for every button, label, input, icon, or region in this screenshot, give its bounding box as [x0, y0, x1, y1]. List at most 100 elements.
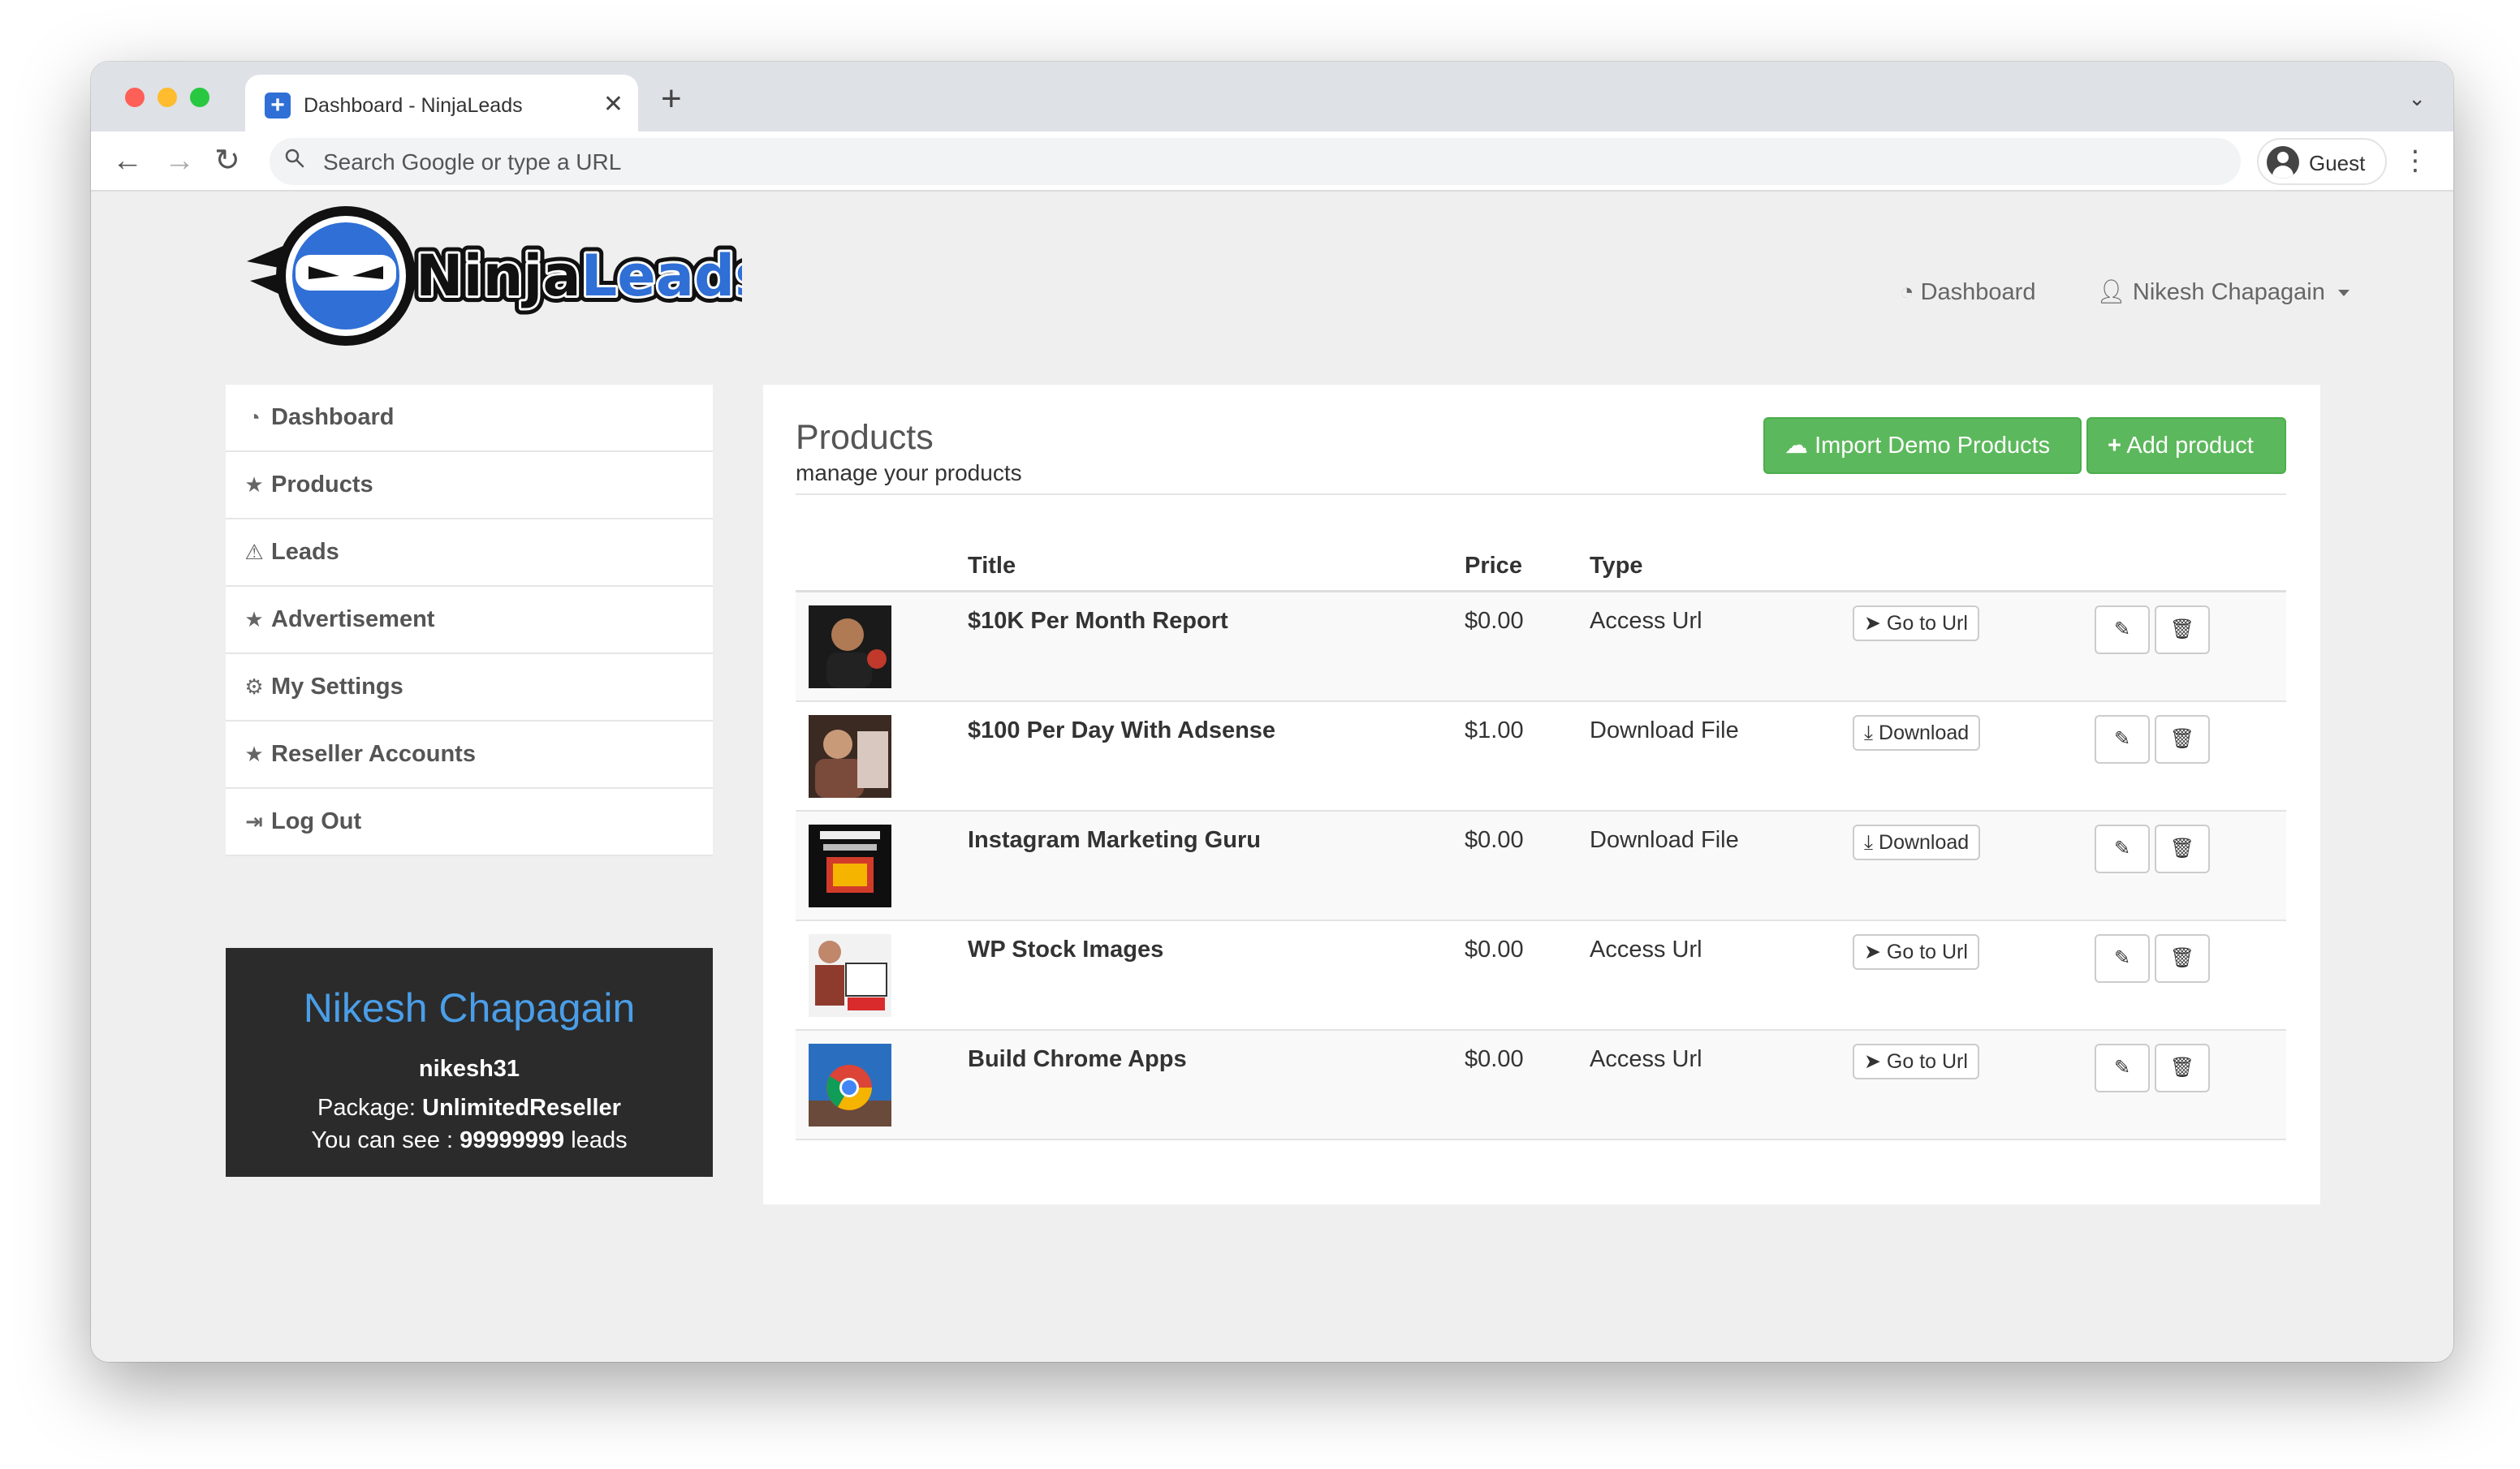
trash-icon: 🗑︎ — [2169, 1057, 2195, 1079]
product-title: WP Stock Images — [968, 937, 1164, 963]
edit-product-button[interactable]: ✎ — [2095, 715, 2150, 764]
product-price: $0.00 — [1465, 937, 1524, 963]
products-panel: Products manage your products ☁ Import D… — [763, 385, 2320, 1204]
user-menu-label: Nikesh Chapagain — [2132, 279, 2325, 305]
caret-down-icon — [2337, 290, 2350, 297]
browser-menu-icon[interactable]: ⋮ — [2401, 144, 2429, 177]
close-window-button[interactable] — [125, 88, 145, 107]
ninjaleads-logo[interactable]: NinjaLeads NinjaLeads NinjaLeads — [239, 201, 775, 352]
product-thumbnail — [809, 934, 891, 1017]
gears-icon: ⚙ — [244, 674, 264, 699]
sidebar-item-my-settings[interactable]: ⚙ My Settings — [226, 654, 713, 722]
product-type: Access Url — [1590, 1046, 1702, 1072]
send-icon: ➤ — [1864, 612, 1881, 635]
maximize-window-button[interactable] — [190, 88, 209, 107]
sidebar-item-reseller-accounts[interactable]: ★ Reseller Accounts — [226, 722, 713, 789]
download-icon: ⤓ — [1864, 722, 1874, 744]
sidebar-nav: ◔ Dashboard ★ Products ⚠ Leads ★ Adverti… — [226, 385, 713, 856]
download-button[interactable]: ⤓ Download — [1853, 825, 1981, 860]
topnav-dashboard-link[interactable]: ◔ Dashboard — [1900, 279, 2035, 305]
delete-product-button[interactable]: 🗑︎ — [2155, 605, 2210, 654]
product-thumbnail — [809, 605, 891, 688]
sidebar-item-dashboard[interactable]: ◔ Dashboard — [226, 385, 713, 452]
address-bar-placeholder: Search Google or type a URL — [323, 149, 622, 174]
delete-product-button[interactable]: 🗑︎ — [2155, 825, 2210, 873]
sidebar-item-label: Log Out — [271, 808, 362, 834]
tab-close-icon[interactable]: ✕ — [603, 91, 624, 118]
go-to-url-button[interactable]: ➤ Go to Url — [1853, 934, 1979, 970]
product-type: Access Url — [1590, 608, 1702, 634]
table-row: $10K Per Month Report $0.00 Access Url ➤… — [796, 592, 2286, 702]
sidebar-item-label: Dashboard — [271, 404, 395, 430]
profile-button[interactable]: Guest — [2257, 138, 2387, 185]
dashboard-icon: ◔ — [1900, 279, 1914, 305]
product-price: $0.00 — [1465, 608, 1524, 634]
action-label: Download — [1879, 831, 1970, 854]
star-icon: ★ — [244, 742, 264, 766]
guest-avatar-icon — [2267, 146, 2299, 179]
reload-icon[interactable]: ↻ — [214, 144, 240, 177]
back-arrow-icon[interactable]: ← — [112, 144, 143, 177]
edit-icon: ✎ — [2113, 838, 2131, 859]
delete-product-button[interactable]: 🗑︎ — [2155, 934, 2210, 983]
forward-arrow-icon[interactable]: → — [164, 144, 195, 177]
edit-icon: ✎ — [2113, 1057, 2131, 1079]
product-title: Instagram Marketing Guru — [968, 827, 1261, 853]
sidebar-item-label: My Settings — [271, 674, 403, 700]
add-button-label: Add product — [2126, 433, 2254, 459]
action-label: Go to Url — [1886, 941, 1968, 963]
profile-card: Nikesh Chapagain nikesh31 Package: Unlim… — [226, 948, 713, 1177]
sidebar-item-leads[interactable]: ⚠ Leads — [226, 519, 713, 587]
sidebar-item-label: Leads — [271, 539, 339, 565]
delete-product-button[interactable]: 🗑︎ — [2155, 1044, 2210, 1092]
cloud-icon: ☁ — [1784, 433, 1808, 459]
leads-value: 99999999 — [460, 1127, 565, 1153]
sidebar-item-log-out[interactable]: ⇥ Log Out — [226, 789, 713, 856]
download-button[interactable]: ⤓ Download — [1853, 715, 1981, 751]
table-header: Title Price Type — [796, 539, 2286, 592]
product-price: $0.00 — [1465, 827, 1524, 853]
product-title: $10K Per Month Report — [968, 608, 1228, 634]
edit-product-button[interactable]: ✎ — [2095, 605, 2150, 654]
ninjaleads-favicon-icon: + — [265, 93, 291, 118]
browser-tab[interactable]: + Dashboard - NinjaLeads ✕ — [245, 75, 638, 131]
table-row: WP Stock Images $0.00 Access Url ➤ Go to… — [796, 921, 2286, 1031]
star-icon: ★ — [244, 607, 264, 631]
page-title: Products — [796, 418, 934, 457]
import-demo-products-button[interactable]: ☁ Import Demo Products — [1763, 417, 2082, 474]
product-type: Download File — [1590, 827, 1739, 853]
header-divider — [796, 493, 2286, 495]
profile-name: Nikesh Chapagain — [303, 985, 636, 1031]
search-icon — [284, 148, 305, 175]
sidebar-item-label: Products — [271, 472, 373, 498]
minimize-window-button[interactable] — [158, 88, 177, 107]
user-menu-dropdown[interactable]: 👤︎ Nikesh Chapagain — [2096, 279, 2350, 305]
column-header-price: Price — [1465, 553, 1522, 579]
tab-strip: + Dashboard - NinjaLeads ✕ + ⌄ — [91, 62, 2453, 131]
edit-product-button[interactable]: ✎ — [2095, 1044, 2150, 1092]
add-product-button[interactable]: + Add product — [2086, 417, 2286, 474]
product-thumbnail — [809, 1044, 891, 1127]
topnav-dashboard-label: Dashboard — [1920, 279, 2036, 305]
edit-product-button[interactable]: ✎ — [2095, 825, 2150, 873]
go-to-url-button[interactable]: ➤ Go to Url — [1853, 1044, 1979, 1079]
product-title: $100 Per Day With Adsense — [968, 717, 1276, 743]
address-bar[interactable]: Search Google or type a URL — [270, 138, 2241, 185]
browser-window: + Dashboard - NinjaLeads ✕ + ⌄ ← → ↻ Sea… — [91, 62, 2453, 1362]
edit-product-button[interactable]: ✎ — [2095, 934, 2150, 983]
sidebar-item-advertisement[interactable]: ★ Advertisement — [226, 587, 713, 654]
sidebar-item-products[interactable]: ★ Products — [226, 452, 713, 519]
tab-search-chevron-icon[interactable]: ⌄ — [2408, 86, 2426, 110]
edit-icon: ✎ — [2113, 728, 2131, 750]
download-icon: ⤓ — [1864, 831, 1874, 854]
action-label: Download — [1879, 722, 1970, 744]
go-to-url-button[interactable]: ➤ Go to Url — [1853, 605, 1979, 641]
product-type: Download File — [1590, 717, 1739, 743]
delete-product-button[interactable]: 🗑︎ — [2155, 715, 2210, 764]
trash-icon: 🗑︎ — [2169, 838, 2195, 859]
table-row: Build Chrome Apps $0.00 Access Url ➤ Go … — [796, 1031, 2286, 1140]
sidebar-item-label: Reseller Accounts — [271, 741, 476, 767]
new-tab-button[interactable]: + — [661, 80, 682, 118]
leads-suffix: leads — [564, 1127, 628, 1153]
trash-icon: 🗑︎ — [2169, 947, 2195, 969]
